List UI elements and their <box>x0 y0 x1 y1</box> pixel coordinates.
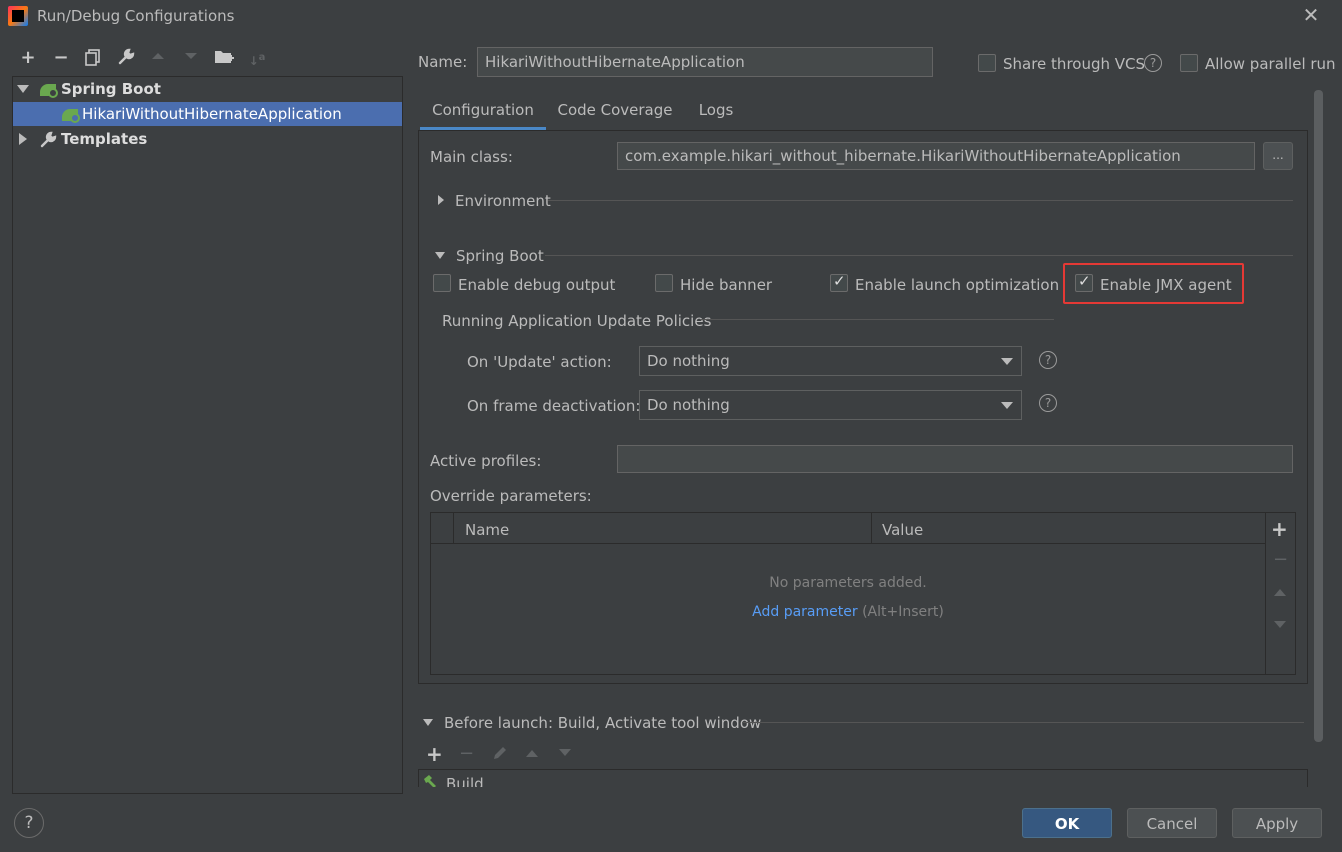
add-icon[interactable]: + <box>18 48 38 68</box>
table-actions: + − <box>1265 513 1295 674</box>
on-update-dropdown[interactable]: Do nothing <box>639 346 1022 376</box>
move-down-icon[interactable] <box>1273 620 1287 630</box>
tree-item-app[interactable]: HikariWithoutHibernateApplication <box>13 102 402 126</box>
collapse-arrow-icon[interactable] <box>19 133 27 145</box>
hammer-icon <box>424 775 436 787</box>
hide-banner-label: Hide banner <box>680 276 773 294</box>
move-down-icon[interactable] <box>181 48 201 68</box>
on-frame-dropdown[interactable]: Do nothing <box>639 390 1022 420</box>
separator <box>545 255 1293 256</box>
enable-debug-label: Enable debug output <box>458 276 616 294</box>
chevron-down-icon <box>1001 402 1013 409</box>
tab-logs[interactable]: Logs <box>686 96 746 130</box>
on-update-value: Do nothing <box>647 352 730 370</box>
enable-launch-optimization-label: Enable launch optimization <box>855 276 1060 294</box>
tab-configuration[interactable]: Configuration <box>420 96 546 130</box>
add-parameter-link[interactable]: Add parameter <box>752 604 857 620</box>
move-down-icon[interactable] <box>558 748 572 758</box>
enable-debug-checkbox[interactable] <box>433 274 451 292</box>
separator <box>548 200 1293 201</box>
allow-parallel-checkbox[interactable] <box>1180 54 1198 72</box>
main-class-label: Main class: <box>430 148 513 166</box>
new-folder-icon[interactable] <box>214 48 234 68</box>
expand-arrow-icon[interactable] <box>17 85 29 93</box>
tree-label-spring-boot: Spring Boot <box>61 80 161 98</box>
on-frame-value: Do nothing <box>647 396 730 414</box>
tab-code-coverage[interactable]: Code Coverage <box>552 96 678 130</box>
before-launch-title[interactable]: Before launch: Build, Activate tool wind… <box>444 714 761 732</box>
share-vcs-label: Share through VCS <box>1003 55 1146 73</box>
separator <box>700 319 1054 320</box>
remove-icon[interactable]: − <box>459 743 474 764</box>
override-parameters-table: Name Value No parameters added. Add para… <box>430 512 1296 675</box>
ok-button[interactable]: OK <box>1022 808 1112 838</box>
window-title: Run/Debug Configurations <box>37 7 235 25</box>
before-launch-collapse-icon[interactable] <box>423 719 433 726</box>
scrollbar[interactable] <box>1314 90 1323 742</box>
copy-icon[interactable] <box>83 48 103 68</box>
spring-boot-section[interactable]: Spring Boot <box>456 247 544 265</box>
name-label: Name: <box>418 53 468 71</box>
add-parameter-row: Add parameter (Alt+Insert) <box>431 604 1265 620</box>
empty-table-message: No parameters added. <box>769 575 927 591</box>
add-icon[interactable]: + <box>1271 517 1288 541</box>
column-value-header[interactable]: Value <box>882 521 923 539</box>
tree-item-templates[interactable]: Templates <box>13 127 402 151</box>
tree-item-spring-boot[interactable]: Spring Boot <box>13 77 402 101</box>
cancel-button[interactable]: Cancel <box>1127 808 1217 838</box>
hide-banner-checkbox[interactable] <box>655 274 673 292</box>
highlight-annotation <box>1063 263 1244 304</box>
spring-boot-collapse-icon[interactable] <box>435 252 445 259</box>
add-icon[interactable]: + <box>426 742 443 766</box>
active-profiles-label: Active profiles: <box>430 452 542 470</box>
before-launch-item-build[interactable]: Build <box>446 775 484 787</box>
move-up-icon[interactable] <box>1273 587 1287 597</box>
intellij-app-icon <box>8 6 28 26</box>
table-header: Name Value <box>431 513 1265 544</box>
spring-power-badge-icon <box>48 88 58 98</box>
spring-power-badge-icon <box>70 113 80 123</box>
add-parameter-hint: (Alt+Insert) <box>862 604 944 620</box>
column-name-header[interactable]: Name <box>465 521 509 539</box>
environment-section[interactable]: Environment <box>455 192 551 210</box>
allow-parallel-label: Allow parallel run <box>1205 55 1336 73</box>
active-profiles-field[interactable] <box>617 445 1293 473</box>
separator <box>742 722 1304 723</box>
name-field[interactable]: HikariWithoutHibernateApplication <box>477 47 933 77</box>
edit-pencil-icon[interactable] <box>492 745 508 761</box>
tree-label-app: HikariWithoutHibernateApplication <box>82 105 342 123</box>
configuration-tree: Spring Boot HikariWithoutHibernateApplic… <box>12 76 403 794</box>
apply-button[interactable]: Apply <box>1232 808 1322 838</box>
move-up-icon[interactable] <box>525 748 539 758</box>
main-class-field[interactable]: com.example.hikari_without_hibernate.Hik… <box>617 142 1255 170</box>
environment-expand-icon[interactable] <box>438 195 444 205</box>
before-launch-list: Build <box>418 769 1308 787</box>
sort-icon[interactable]: ↓a <box>247 48 267 68</box>
remove-icon[interactable]: − <box>1273 549 1288 570</box>
wrench-icon[interactable] <box>116 48 136 68</box>
tree-label-templates: Templates <box>61 130 148 148</box>
close-icon[interactable]: ✕ <box>1300 4 1322 26</box>
help-button[interactable]: ? <box>14 808 44 838</box>
browse-main-class-button[interactable]: ... <box>1263 142 1293 170</box>
wrench-icon <box>39 131 57 156</box>
on-update-label: On 'Update' action: <box>467 353 612 371</box>
running-policies-title: Running Application Update Policies <box>442 312 712 330</box>
enable-launch-optimization-checkbox[interactable] <box>830 272 848 292</box>
help-icon[interactable]: ? <box>1039 394 1057 412</box>
help-icon[interactable]: ? <box>1144 54 1162 72</box>
share-vcs-checkbox[interactable] <box>978 54 996 72</box>
move-up-icon[interactable] <box>148 48 168 68</box>
chevron-down-icon <box>1001 358 1013 365</box>
remove-icon[interactable]: − <box>51 48 71 68</box>
override-parameters-label: Override parameters: <box>430 487 592 505</box>
on-frame-label: On frame deactivation: <box>467 397 641 415</box>
help-icon[interactable]: ? <box>1039 351 1057 369</box>
